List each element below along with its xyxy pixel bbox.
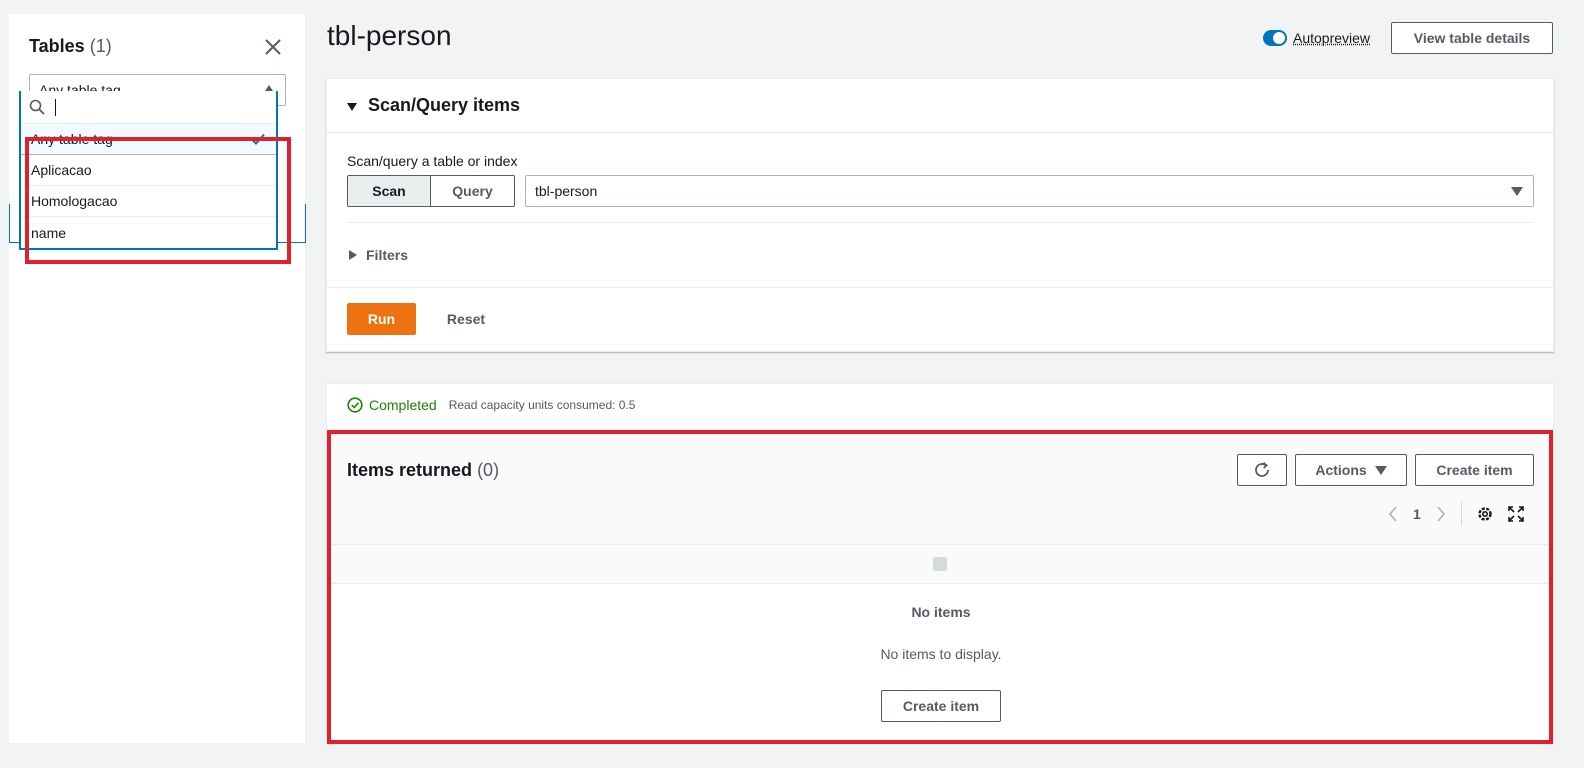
refresh-button[interactable] (1237, 454, 1287, 486)
refresh-icon (1255, 462, 1269, 477)
search-icon (29, 99, 45, 115)
view-table-details-button[interactable]: View table details (1391, 22, 1553, 54)
tables-title-text: Tables (29, 36, 85, 56)
scan-query-segmented-control: Scan Query (347, 175, 515, 207)
filters-expander[interactable]: Filters (349, 247, 408, 263)
items-returned-title: Items returned (0) (347, 460, 499, 481)
table-index-select[interactable]: tbl-person (525, 175, 1534, 207)
option-label: Any table tag (31, 131, 113, 147)
rcu-text: Read capacity units consumed: 0.5 (448, 398, 636, 412)
check-circle-icon (347, 397, 363, 413)
tag-search-input[interactable] (21, 91, 276, 124)
scan-query-header[interactable]: Scan/Query items (327, 79, 1553, 133)
autopreview-toggle[interactable]: Autopreview (1263, 30, 1370, 46)
page-number[interactable]: 1 (1413, 506, 1421, 522)
chevron-left-icon[interactable] (1387, 505, 1399, 523)
tables-title: Tables (1) (29, 36, 112, 57)
select-all-checkbox[interactable] (933, 557, 947, 571)
autopreview-label: Autopreview (1293, 30, 1371, 46)
divider (327, 287, 1553, 288)
actions-button[interactable]: Actions (1295, 454, 1407, 486)
tables-count: (1) (89, 36, 112, 56)
chevron-right-icon[interactable] (1435, 505, 1447, 523)
query-button[interactable]: Query (431, 175, 515, 207)
tag-dropdown: Any table tag Aplicacao Homologacao name (19, 91, 278, 250)
dropdown-option-name[interactable]: name (21, 217, 276, 248)
dropdown-option-aplicacao[interactable]: Aplicacao (21, 155, 276, 186)
scan-query-label: Scan/query a table or index (347, 153, 518, 169)
dropdown-option-any-table-tag[interactable]: Any table tag (21, 124, 276, 155)
status-text: Completed (369, 397, 437, 413)
check-icon (251, 133, 265, 145)
items-returned-label: Items returned (347, 460, 473, 480)
option-label: name (31, 224, 67, 241)
dropdown-option-homologacao[interactable]: Homologacao (21, 186, 276, 217)
scan-query-title: Scan/Query items (368, 95, 521, 115)
divider (347, 222, 1534, 223)
text-cursor (55, 98, 56, 116)
filters-label: Filters (366, 247, 409, 263)
reset-button[interactable]: Reset (435, 303, 497, 335)
close-icon[interactable] (263, 37, 283, 57)
toggle-switch[interactable] (1263, 30, 1287, 46)
table-body: No items No items to display. Create ite… (331, 584, 1551, 742)
run-button[interactable]: Run (347, 303, 416, 335)
create-item-button[interactable]: Create item (1415, 454, 1534, 486)
caret-down-icon (347, 103, 357, 111)
status-row: Completed Read capacity units consumed: … (347, 397, 635, 413)
option-label: Aplicacao (31, 162, 92, 178)
scan-button[interactable]: Scan (347, 175, 431, 207)
caret-right-icon (349, 250, 357, 260)
caret-down-icon (1374, 465, 1387, 475)
option-label: Homologacao (31, 193, 118, 209)
items-returned-container: Items returned (0) Actions Create item 1… (331, 434, 1551, 742)
create-item-empty-button[interactable]: Create item (881, 690, 1001, 722)
page-title: tbl-person (327, 20, 452, 51)
table-header (331, 544, 1551, 584)
actions-label: Actions (1315, 462, 1367, 478)
fullscreen-icon[interactable] (1507, 506, 1524, 522)
no-items-text: No items to display. (880, 646, 1002, 662)
items-returned-count: (0) (477, 460, 500, 480)
table-index-value: tbl-person (535, 183, 598, 199)
scan-query-panel: Scan/Query items Scan/query a table or i… (326, 78, 1554, 352)
results-panel: Completed Read capacity units consumed: … (326, 383, 1554, 745)
caret-down-icon (1511, 187, 1523, 196)
no-items-heading: No items (911, 604, 971, 620)
pager-separator (1460, 502, 1462, 526)
gear-icon[interactable] (1476, 505, 1494, 523)
pagination: 1 (1387, 502, 1524, 526)
